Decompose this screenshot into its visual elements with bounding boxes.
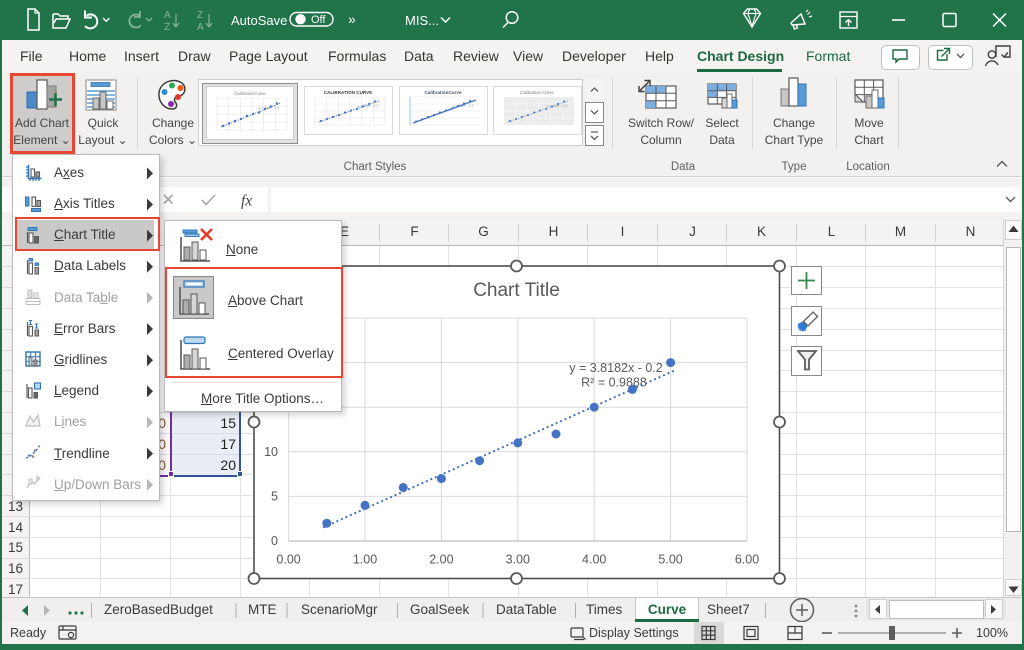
svg-text:Z: Z: [197, 10, 203, 21]
svg-text:A: A: [164, 10, 171, 21]
svg-text:CalibrationCurve: CalibrationCurve: [234, 91, 266, 96]
svg-text:0.00: 0.00: [276, 553, 300, 567]
svg-text:fx: fx: [241, 193, 252, 210]
svg-text:Z: Z: [164, 22, 170, 33]
svg-text:10: 10: [264, 445, 278, 459]
svg-text:y = 3.8182x - 0.2: y = 3.8182x - 0.2: [569, 361, 663, 375]
svg-text:6.00: 6.00: [735, 553, 759, 567]
svg-text:5.00: 5.00: [658, 553, 682, 567]
svg-text:Chart Title: Chart Title: [473, 280, 560, 301]
svg-text:Calibration Curve: Calibration Curve: [520, 90, 554, 95]
svg-text:3.00: 3.00: [506, 553, 530, 567]
svg-text:2.00: 2.00: [429, 553, 453, 567]
svg-text:4.00: 4.00: [582, 553, 606, 567]
svg-text:y = 3.8x - 0.2: y = 3.8x - 0.2: [259, 106, 280, 110]
svg-text:5: 5: [271, 489, 278, 503]
svg-text:1.00: 1.00: [353, 553, 377, 567]
svg-text:CALIBRATION CURVE: CALIBRATION CURVE: [324, 90, 373, 95]
svg-text:0: 0: [271, 534, 278, 548]
svg-text:y = 3.8x - 0.2: y = 3.8x - 0.2: [547, 104, 568, 108]
svg-text:y = 3.8x - 0.2: y = 3.8x - 0.2: [358, 104, 379, 108]
svg-text:A: A: [197, 22, 204, 33]
svg-text:CalibrationCurve: CalibrationCurve: [424, 90, 461, 95]
